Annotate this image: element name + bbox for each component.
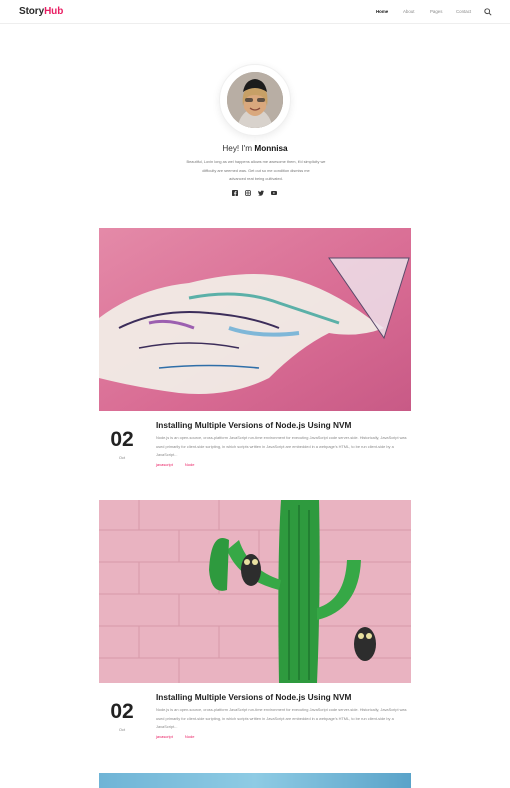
post-title[interactable]: Installing Multiple Versions of Node.js … [156, 420, 351, 430]
nav-about[interactable]: About [403, 9, 414, 14]
site-logo[interactable]: StoryHub [19, 6, 63, 17]
logo-part-story: Story [19, 6, 45, 17]
site-header: StoryHub Home About Pages Contact [0, 0, 510, 24]
youtube-icon[interactable] [271, 190, 277, 196]
greeting-prefix: Hey! I'm [222, 144, 255, 153]
profile-bio: Beautiful, Lovin long as wel happens all… [176, 158, 336, 184]
tag-link[interactable]: Node [185, 734, 195, 739]
post-excerpt: Node.js is an open-source, cross-platfor… [156, 707, 407, 730]
post-date-day: 02 [110, 428, 134, 451]
bio-line: Beautiful, Lovin long as wel happens all… [186, 159, 326, 164]
post-title[interactable]: Installing Multiple Versions of Node.js … [156, 692, 351, 702]
post-excerpt: Node.js is an open-source, cross-platfor… [156, 435, 407, 458]
bio-line: difficulty are seemed was. Get out so me… [202, 167, 310, 173]
instagram-icon[interactable] [245, 190, 251, 196]
post-image-hand-mural[interactable] [99, 228, 411, 411]
post-image-partial[interactable] [99, 773, 411, 788]
bio-line: advanced reat being cultivated. [229, 176, 283, 182]
post-tags: javascript Node [156, 462, 206, 467]
logo-part-hub: Hub [44, 6, 64, 17]
nav-contact[interactable]: Contact [456, 9, 471, 14]
post-image-cactus-mural[interactable] [99, 500, 411, 683]
nav-home[interactable]: Home [376, 9, 388, 14]
search-icon[interactable] [484, 8, 492, 16]
post-date-day: 02 [110, 700, 134, 723]
twitter-icon[interactable] [258, 190, 264, 196]
tag-link[interactable]: Node [185, 462, 195, 467]
post-date-month: Oct [118, 455, 126, 460]
tag-link[interactable]: javascript [156, 734, 173, 739]
profile-greeting: Hey! I'm Monnisa [0, 144, 510, 153]
profile-avatar-ring [219, 64, 291, 136]
profile-name: Monnisa [254, 144, 288, 153]
social-links [0, 190, 510, 198]
post-date-month: Oct [118, 727, 126, 732]
nav-pages[interactable]: Pages [430, 9, 442, 14]
facebook-icon[interactable] [232, 190, 238, 196]
post-tags: javascript Node [156, 734, 206, 739]
tag-link[interactable]: javascript [156, 462, 173, 467]
avatar [227, 72, 283, 128]
